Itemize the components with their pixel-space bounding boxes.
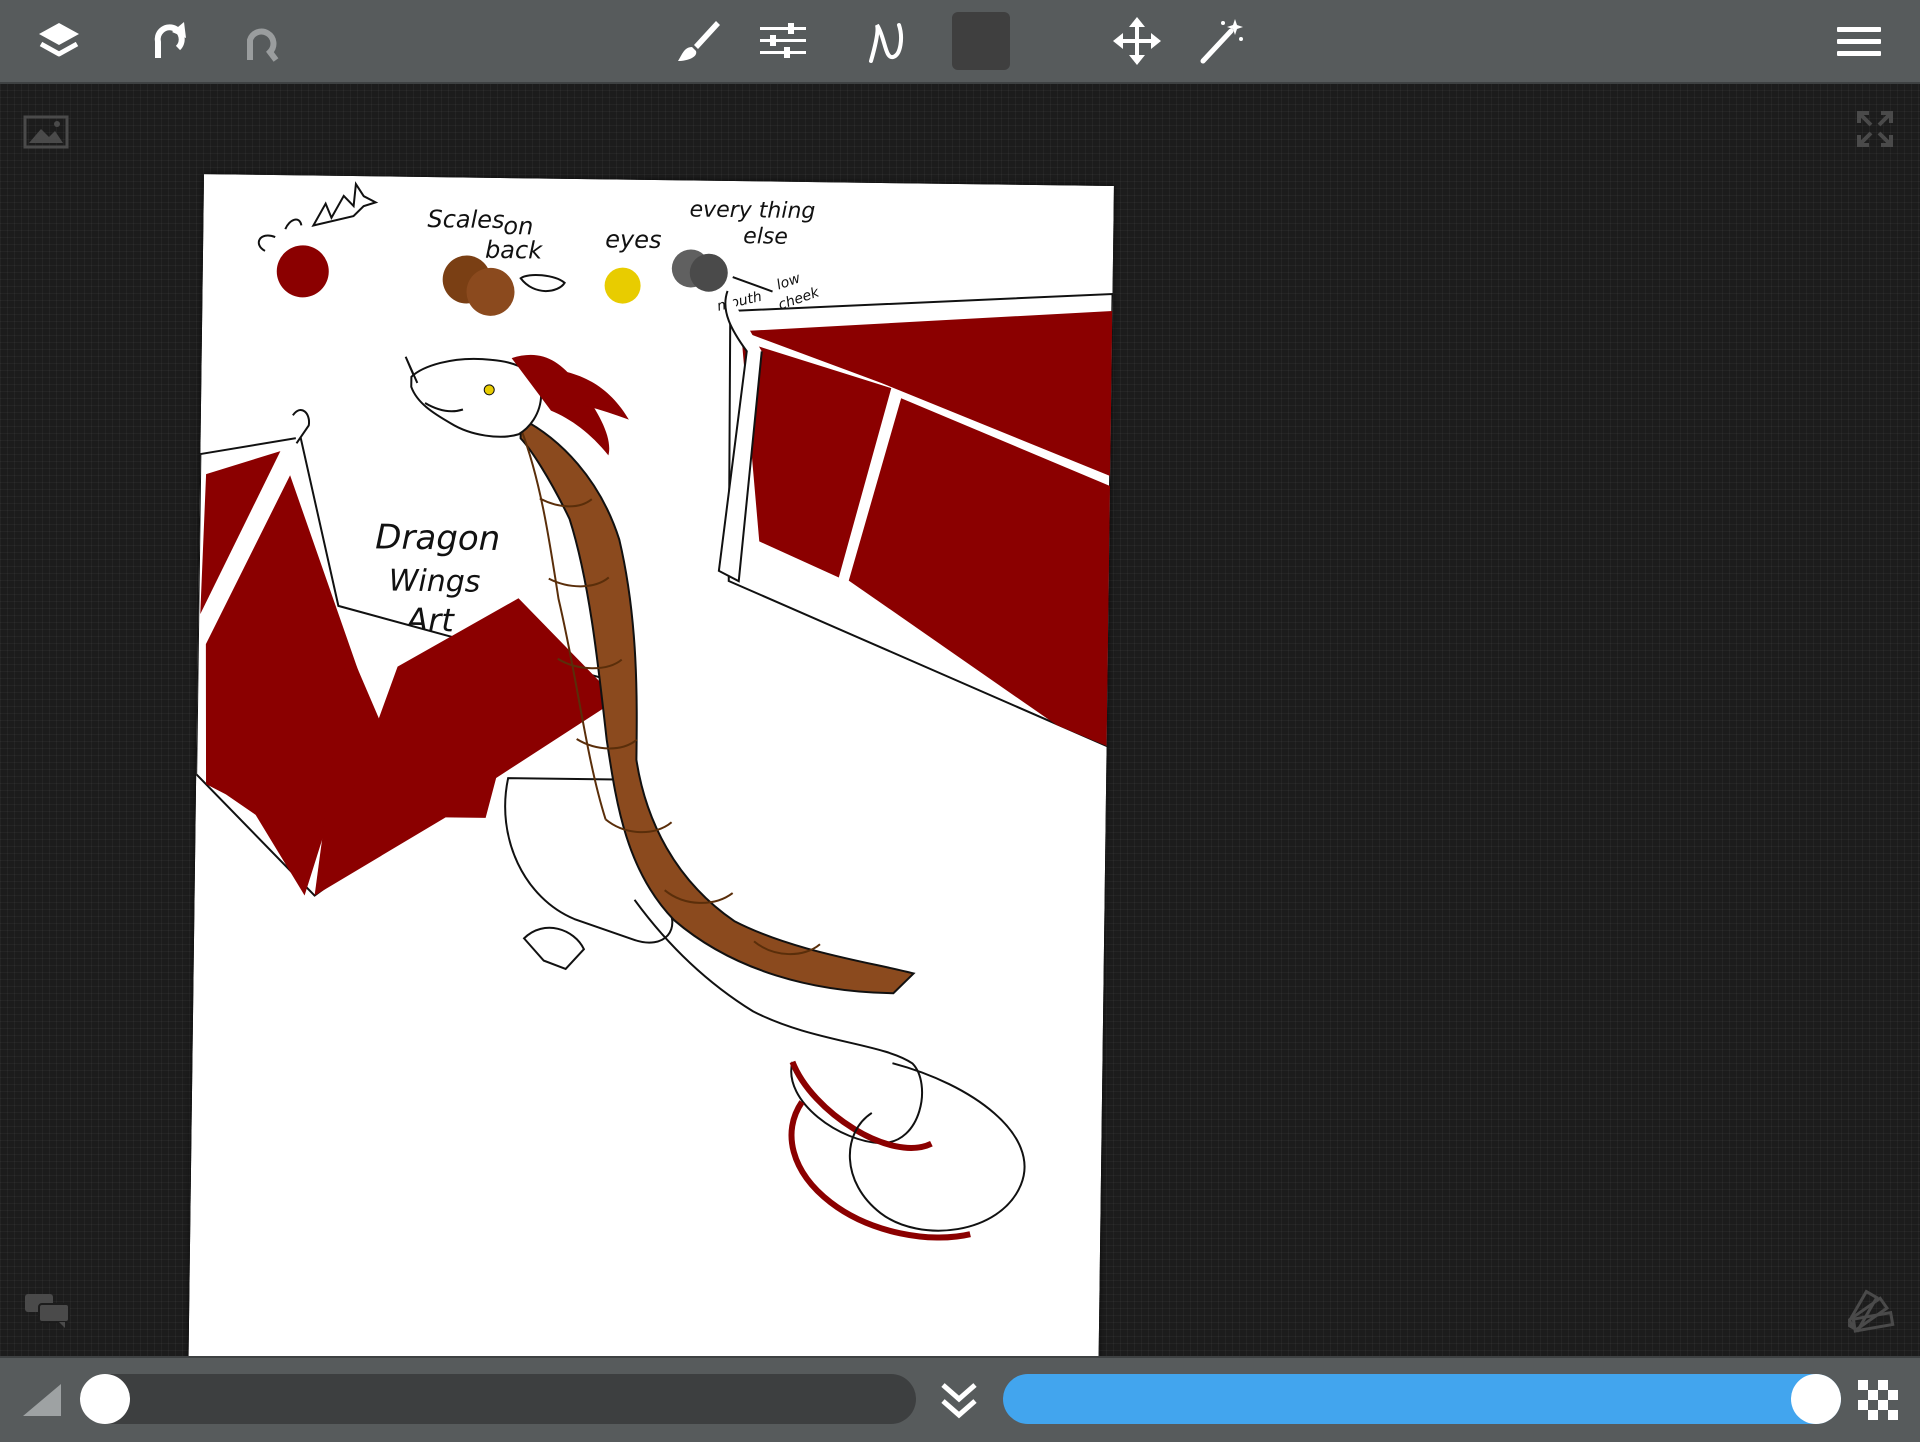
- opacity-slider[interactable]: [1003, 1374, 1841, 1424]
- magic-wand-icon[interactable]: [1180, 0, 1262, 82]
- brush-size-slider[interactable]: [80, 1374, 916, 1424]
- undo-icon[interactable]: [126, 0, 208, 82]
- label-dragon: Dragon: [375, 517, 500, 559]
- top-toolbar: [0, 0, 1920, 84]
- label-everything: every thing: [689, 197, 815, 224]
- adjustments-icon[interactable]: [742, 0, 824, 82]
- stroke-icon[interactable]: [845, 0, 927, 82]
- chevron-down-icon[interactable]: [936, 1378, 982, 1424]
- chat-icon[interactable]: [22, 1290, 72, 1330]
- color-swatch[interactable]: [952, 12, 1010, 70]
- brush-size-thumb[interactable]: [80, 1374, 130, 1424]
- layers-icon[interactable]: [18, 0, 100, 82]
- label-back: back: [485, 236, 543, 265]
- brush-size-icon: [20, 1378, 64, 1422]
- opacity-checker-icon: [1856, 1378, 1900, 1422]
- opacity-thumb[interactable]: [1791, 1374, 1841, 1424]
- label-wings: Wings: [388, 564, 480, 600]
- fullscreen-icon[interactable]: [1852, 106, 1898, 152]
- move-icon[interactable]: [1096, 0, 1178, 82]
- label-scales: Scales: [427, 205, 504, 234]
- menu-icon[interactable]: [1818, 0, 1900, 82]
- drawing-canvas[interactable]: Scales on back eyes every thing else mou…: [188, 174, 1114, 1406]
- label-eyes: eyes: [605, 225, 662, 254]
- bottom-toolbar: [0, 1356, 1920, 1442]
- workspace: Scales on back eyes every thing else mou…: [0, 84, 1920, 1406]
- label-else: else: [743, 224, 788, 250]
- brush-icon[interactable]: [657, 0, 739, 82]
- reference-image-icon[interactable]: [22, 112, 70, 152]
- color-palette-icon[interactable]: [1846, 1284, 1898, 1336]
- redo-icon[interactable]: [218, 0, 300, 82]
